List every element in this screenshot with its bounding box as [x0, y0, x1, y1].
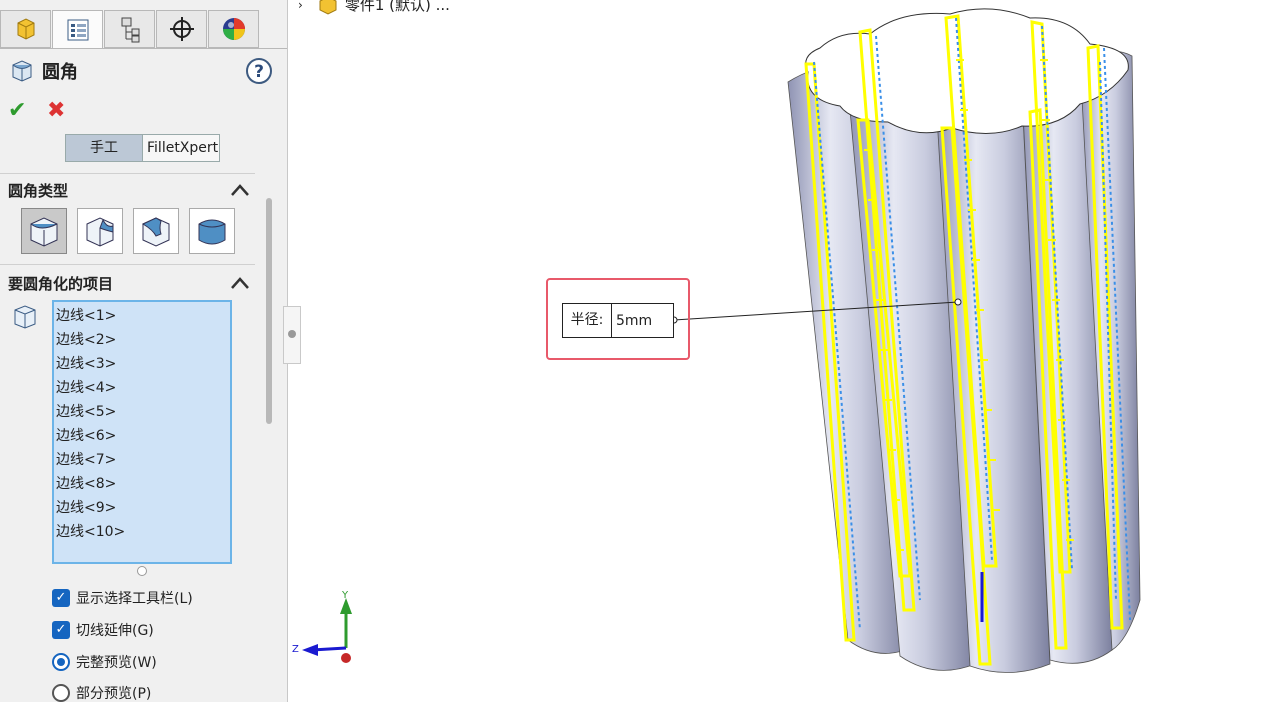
list-item[interactable]: 边线<2> [54, 328, 230, 352]
constant-fillet-icon [30, 217, 58, 247]
manual-mode-button[interactable]: 手工 [66, 135, 143, 161]
expand-arrow-icon[interactable]: › [298, 0, 303, 12]
configuration-manager-tab[interactable] [104, 10, 155, 48]
radius-value-input[interactable]: 5mm [612, 304, 673, 337]
section-divider [0, 173, 255, 174]
full-round-fillet-icon [198, 219, 226, 245]
panel-scrollbar[interactable] [266, 198, 272, 424]
list-item[interactable]: 边线<7> [54, 448, 230, 472]
mode-switch: 手工 FilletXpert [65, 134, 220, 162]
feature-title: 圆角 [10, 58, 78, 84]
face-fillet-icon [141, 217, 170, 247]
show-toolbar-option[interactable]: ✓ 显示选择工具栏(L) [52, 588, 193, 608]
filletxpert-mode-button[interactable]: FilletXpert [143, 135, 219, 161]
ok-button[interactable]: ✔ [8, 98, 26, 123]
variable-size-fillet-button[interactable] [77, 208, 123, 254]
tabs-divider [0, 48, 287, 49]
tangent-propagation-option[interactable]: ✓ 切线延伸(G) [52, 620, 154, 640]
property-manager-panel: 圆角 ? ✔ ✖ 手工 FilletXpert 圆角类型 要圆角化的项目 边线<… [0, 0, 288, 702]
part-icon [319, 0, 337, 15]
list-item[interactable]: 边线<1> [54, 304, 230, 328]
dimxpert-icon [169, 17, 194, 41]
list-item[interactable]: 边线<6> [54, 424, 230, 448]
list-item[interactable]: 边线<5> [54, 400, 230, 424]
display-manager-tab[interactable] [208, 10, 259, 48]
property-manager-tab[interactable] [52, 10, 103, 48]
full-preview-label: 完整预览(W) [76, 655, 157, 671]
checkbox-checked-icon[interactable]: ✓ [52, 621, 70, 639]
display-manager-icon [222, 18, 245, 40]
items-to-fillet-heading: 要圆角化的项目 [8, 275, 114, 293]
full-preview-option[interactable]: 完整预览(W) [52, 652, 157, 672]
list-resize-grip[interactable] [137, 566, 147, 576]
variable-fillet-icon [86, 217, 114, 247]
full-round-fillet-button[interactable] [189, 208, 235, 254]
section-divider [0, 264, 255, 265]
edge-selection-list[interactable]: 边线<1> 边线<2> 边线<3> 边线<4> 边线<5> 边线<6> 边线<7> 边线<8>… [52, 300, 232, 564]
configuration-manager-icon [121, 17, 139, 43]
list-item[interactable]: 边线<3> [54, 352, 230, 376]
collapse-fillet-type-icon[interactable] [230, 183, 250, 197]
list-item[interactable]: 边线<8> [54, 472, 230, 496]
radius-leader-line [670, 298, 962, 324]
page-title: 圆角 [42, 62, 78, 83]
manager-tabs [0, 10, 260, 48]
property-manager-icon [67, 19, 88, 40]
radius-label: 半径: [563, 304, 612, 337]
partial-preview-option[interactable]: 部分预览(P) [52, 683, 151, 703]
part-model-3d[interactable] [760, 0, 1180, 690]
part-name: 零件1 (默认) ... [344, 0, 450, 14]
list-item[interactable]: 边线<9> [54, 496, 230, 520]
radio-selected-icon[interactable] [52, 653, 70, 671]
tangent-propagation-label: 切线延伸(G) [76, 623, 154, 639]
radius-callout[interactable]: 半径: 5mm [562, 303, 674, 338]
fillet-feature-icon [12, 60, 32, 82]
feature-tree-breadcrumb[interactable]: › 零件1 (默认) ... [298, 0, 450, 15]
collapse-items-icon[interactable] [230, 276, 250, 290]
face-fillet-button[interactable] [133, 208, 179, 254]
checkbox-checked-icon[interactable]: ✓ [52, 589, 70, 607]
z-axis-label: Z [292, 644, 299, 655]
panel-collapse-handle[interactable] [283, 306, 301, 364]
partial-preview-label: 部分预览(P) [76, 686, 152, 702]
feature-manager-tab[interactable] [0, 10, 51, 48]
constant-size-fillet-button[interactable] [21, 208, 67, 254]
dimxpert-manager-tab[interactable] [156, 10, 207, 48]
reference-triad: Y Z [292, 590, 352, 663]
show-toolbar-label: 显示选择工具栏(L) [76, 591, 193, 607]
list-item[interactable]: 边线<10> [54, 520, 230, 544]
y-axis-label: Y [341, 590, 349, 601]
fillet-type-heading: 圆角类型 [8, 182, 69, 200]
cancel-button[interactable]: ✖ [47, 98, 65, 123]
list-item[interactable]: 边线<4> [54, 376, 230, 400]
edge-selection-icon [14, 305, 36, 329]
feature-manager-icon [17, 18, 34, 40]
radio-unselected-icon[interactable] [52, 684, 70, 702]
help-button[interactable]: ? [246, 58, 272, 84]
